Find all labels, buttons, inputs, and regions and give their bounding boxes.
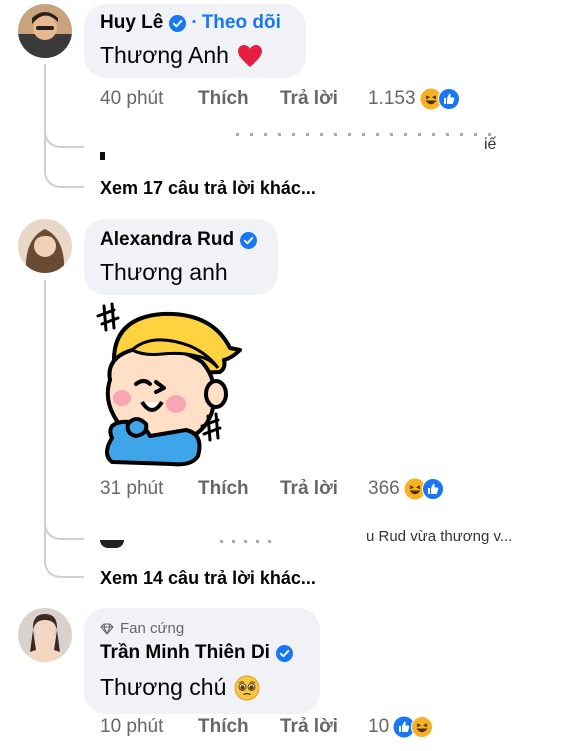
- view-more-replies[interactable]: Xem 17 câu trả lời khác...: [100, 178, 316, 199]
- reply-preview: u Rud vừa thương v...: [366, 528, 513, 545]
- comment-text: Thương chú: [100, 674, 227, 700]
- reaction-count[interactable]: 1.153: [368, 88, 416, 110]
- like-button[interactable]: Thích: [198, 88, 280, 110]
- reply-preview-fragment: [100, 540, 124, 548]
- verified-badge-icon: [275, 644, 293, 662]
- reaction-count[interactable]: 366: [368, 478, 400, 500]
- like-reaction-icon: [437, 88, 460, 110]
- fan-badge-label: Fan cứng: [120, 620, 185, 637]
- reactions[interactable]: [393, 716, 434, 738]
- verified-badge-icon: [240, 231, 258, 249]
- view-more-replies[interactable]: Xem 14 câu trả lời khác...: [100, 568, 316, 589]
- boy-blushing-sticker[interactable]: [92, 302, 244, 468]
- like-button[interactable]: Thích: [198, 716, 280, 738]
- reply-button[interactable]: Trả lời: [280, 478, 368, 500]
- comment-author[interactable]: Huy Lê: [100, 12, 163, 34]
- pleading-face-icon: [234, 675, 260, 700]
- reply-preview-fragment: [100, 152, 105, 160]
- verified-badge-icon: [169, 14, 187, 32]
- reactions[interactable]: [404, 478, 444, 500]
- thread-connector: [44, 550, 84, 578]
- reply-button[interactable]: Trả lời: [280, 88, 368, 110]
- comment-actions: 10 phút Thích Trả lời 10: [100, 716, 434, 738]
- haha-reaction-icon: [411, 716, 434, 738]
- comment-text: Thương Anh: [100, 42, 229, 68]
- comment-bubble: Huy Lê · Theo dõi Thương Anh: [84, 4, 306, 78]
- fan-badge: Fan cứng: [100, 620, 184, 637]
- comment-text: Thương anh: [100, 259, 228, 285]
- comment-actions: 40 phút Thích Trả lời 1.153: [100, 88, 460, 110]
- follow-button[interactable]: Theo dõi: [202, 12, 281, 34]
- heart-icon: [237, 44, 262, 67]
- thread-line: [44, 64, 46, 164]
- avatar[interactable]: [18, 219, 72, 273]
- separator-dot: ·: [191, 12, 198, 33]
- comment-time[interactable]: 31 phút: [100, 478, 198, 500]
- reply-preview-fragment: [236, 133, 496, 136]
- thread-connector: [44, 160, 84, 188]
- comment-author[interactable]: Trần Minh Thiên Di: [100, 642, 270, 664]
- comment-bubble: Alexandra Rud Thương anh: [84, 219, 278, 295]
- like-button[interactable]: Thích: [198, 478, 280, 500]
- reactions[interactable]: [420, 88, 460, 110]
- avatar[interactable]: [18, 4, 72, 58]
- reply-button[interactable]: Trả lời: [280, 716, 368, 738]
- thread-connector: [44, 118, 84, 148]
- avatar[interactable]: [18, 608, 72, 662]
- reaction-count[interactable]: 10: [368, 716, 389, 738]
- thread-connector: [44, 508, 84, 540]
- reply-preview: iế: [484, 136, 497, 153]
- reply-preview-fragment: [220, 540, 280, 543]
- comment-author[interactable]: Alexandra Rud: [100, 229, 234, 251]
- diamond-icon: [100, 622, 114, 635]
- comment-bubble: Fan cứng Trần Minh Thiên Di Thương chú: [84, 608, 320, 714]
- comment-time[interactable]: 40 phút: [100, 88, 198, 110]
- like-reaction-icon: [421, 478, 444, 500]
- comment-actions: 31 phút Thích Trả lời 366: [100, 478, 444, 500]
- comment-time[interactable]: 10 phút: [100, 716, 198, 738]
